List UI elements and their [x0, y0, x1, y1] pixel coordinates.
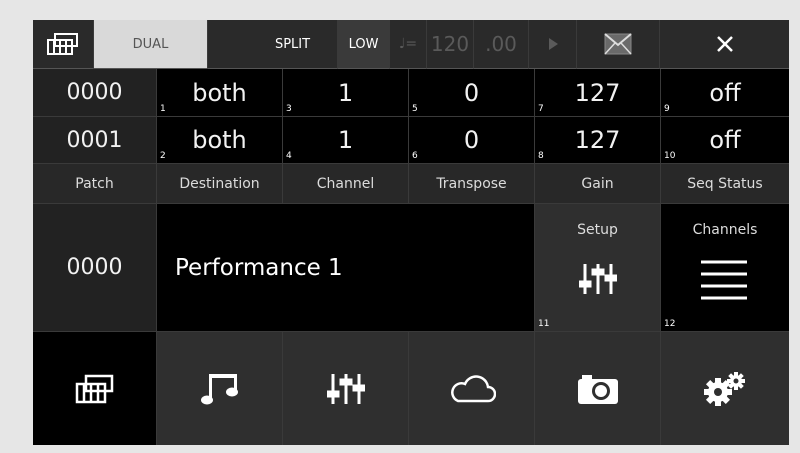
gain-cell[interactable]: 127 8	[535, 117, 661, 164]
music-notes-icon	[200, 373, 238, 404]
channel-cell[interactable]: 14	[283, 117, 409, 164]
setup-button[interactable]: Setup 11	[535, 204, 661, 332]
gain-value: 127	[574, 78, 621, 107]
play-icon	[548, 38, 558, 50]
destination-value: both	[192, 78, 247, 107]
destination-cell[interactable]: both 1	[157, 69, 283, 117]
label-text: Channel	[316, 175, 375, 192]
cell-index: 5	[412, 104, 418, 114]
setup-label: Setup	[577, 222, 618, 238]
cell-index: 12	[664, 319, 676, 329]
label-destination: Destination	[157, 164, 283, 204]
channels-label: Channels	[692, 222, 758, 238]
channel-cell[interactable]: 13	[283, 69, 409, 117]
label-text: Transpose	[436, 175, 507, 192]
camera-icon	[577, 374, 618, 404]
destination-cell[interactable]: both 2	[157, 117, 283, 164]
label-text: Patch	[75, 175, 114, 192]
gain-cell[interactable]: 127 7	[535, 69, 661, 117]
patch-number[interactable]: 0001	[33, 117, 157, 164]
cell-index: 7	[538, 104, 544, 114]
patch-row: 0001 both 2 14 06 127 8 off 10	[33, 117, 789, 164]
tempo-note-label: ♩=	[398, 36, 418, 52]
low-label: LOW	[348, 36, 379, 52]
gears-icon	[704, 371, 745, 406]
tempo-value[interactable]: 120	[427, 20, 474, 69]
dual-label: DUAL	[132, 36, 169, 52]
nav-settings[interactable]	[661, 332, 789, 445]
piano-keys-icon	[75, 374, 113, 403]
envelope-icon	[604, 33, 632, 55]
nav-cloud[interactable]	[409, 332, 535, 445]
low-button[interactable]: LOW	[338, 20, 390, 69]
tempo-decimal[interactable]: .00	[474, 20, 529, 69]
patch-number-value: 0000	[66, 80, 123, 105]
transpose-value: 0	[463, 126, 480, 154]
mode-button[interactable]	[33, 20, 94, 69]
play-button[interactable]	[529, 20, 577, 69]
sliders-icon	[326, 373, 365, 404]
destination-value: both	[192, 126, 247, 154]
seq-status-value: off	[709, 78, 741, 107]
menu-lines-icon	[701, 260, 747, 300]
seq-status-cell[interactable]: off 10	[661, 117, 789, 164]
cell-index: 1	[160, 104, 166, 114]
app-frame: DUAL SPLIT LOW ♩= 120 .00 0000 both1 13	[33, 20, 789, 445]
piano-keys-icon	[47, 33, 78, 55]
seq-status-value: off	[709, 126, 741, 154]
dual-button[interactable]: DUAL	[94, 20, 208, 69]
close-button[interactable]	[660, 20, 789, 69]
performance-name-value: Performance 1	[175, 254, 343, 281]
channels-button[interactable]: Channels 12	[661, 204, 789, 332]
channel-value: 1	[337, 78, 354, 107]
split-button[interactable]: SPLIT	[208, 20, 338, 69]
performance-number-value: 0000	[66, 255, 123, 280]
label-transpose: Transpose	[409, 164, 535, 204]
nav-performance[interactable]	[33, 332, 157, 445]
cloud-icon	[450, 374, 496, 402]
close-icon	[716, 36, 733, 52]
cell-index: 8	[538, 151, 544, 161]
performance-row: 0000 Performance 1 Setup 11 Channels 12	[33, 204, 789, 332]
cell-index: 11	[538, 319, 550, 329]
patch-number[interactable]: 0000	[33, 69, 157, 117]
patch-number-value: 0001	[66, 127, 123, 153]
performance-number[interactable]: 0000	[33, 204, 157, 332]
channel-value: 1	[337, 126, 354, 154]
top-toolbar: DUAL SPLIT LOW ♩= 120 .00	[33, 20, 789, 69]
cell-index: 2	[160, 151, 166, 161]
split-label: SPLIT	[274, 36, 311, 52]
label-gain: Gain	[535, 164, 661, 204]
tempo-label: 120	[430, 32, 470, 56]
cell-index: 9	[664, 104, 670, 114]
label-text: Destination	[179, 175, 260, 192]
cell-index: 4	[286, 151, 292, 161]
gain-value: 127	[574, 126, 621, 154]
label-text: Gain	[581, 175, 614, 192]
tempo-decimal-label: .00	[485, 32, 517, 56]
cell-index: 3	[286, 104, 292, 114]
seq-status-cell[interactable]: off 9	[661, 69, 789, 117]
patch-row: 0000 both 1 13 05 127 7 off 9	[33, 69, 789, 117]
performance-name[interactable]: Performance 1	[157, 204, 535, 332]
column-labels: Patch Destination Channel Transpose Gain…	[33, 164, 789, 204]
label-text: Seq Status	[687, 175, 763, 192]
label-channel: Channel	[283, 164, 409, 204]
cell-index: 6	[412, 151, 418, 161]
transpose-cell[interactable]: 06	[409, 117, 535, 164]
label-patch: Patch	[33, 164, 157, 204]
mail-button[interactable]	[577, 20, 660, 69]
nav-camera[interactable]	[535, 332, 661, 445]
nav-sequencer[interactable]	[157, 332, 283, 445]
transpose-cell[interactable]: 05	[409, 69, 535, 117]
sliders-icon	[579, 264, 617, 294]
bottom-nav	[33, 332, 789, 445]
nav-mixer[interactable]	[283, 332, 409, 445]
label-seq-status: Seq Status	[661, 164, 789, 204]
transpose-value: 0	[463, 78, 480, 107]
tempo-note: ♩=	[390, 20, 427, 69]
cell-index: 10	[664, 151, 676, 161]
